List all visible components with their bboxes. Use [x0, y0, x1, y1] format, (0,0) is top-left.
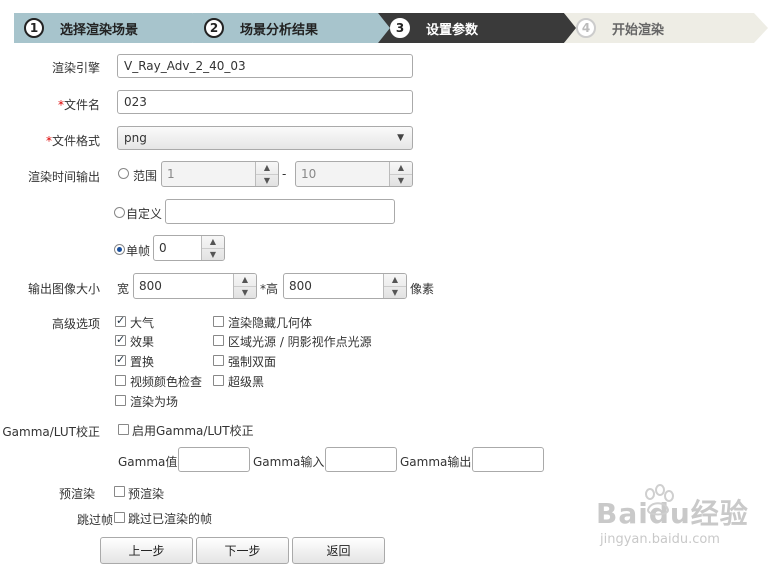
- gamma-input-field[interactable]: [325, 447, 397, 472]
- skip-frames-label: 跳过帧: [76, 513, 113, 527]
- render-to-fields-label: 渲染为场: [130, 395, 179, 409]
- back-button[interactable]: 返回: [292, 537, 385, 564]
- gamma-lut-label: Gamma/LUT校正: [2, 425, 100, 439]
- prerender-label: 预渲染: [58, 487, 95, 501]
- prerender-check-label: 预渲染: [128, 487, 165, 501]
- custom-label: 自定义: [126, 207, 163, 221]
- step-set-params[interactable]: 3 设置参数: [378, 13, 578, 43]
- force-two-sided-checkbox[interactable]: [213, 355, 224, 366]
- spin-up-icon[interactable]: ▲: [256, 162, 278, 175]
- prev-step-button[interactable]: 上一步: [100, 537, 193, 564]
- range-start-spinner[interactable]: 1 ▲ ▼: [161, 161, 279, 187]
- spin-up-icon[interactable]: ▲: [384, 274, 406, 287]
- gamma-output-label: Gamma输出: [400, 455, 472, 469]
- spin-up-icon[interactable]: ▲: [234, 274, 256, 287]
- filename-input[interactable]: 023: [117, 90, 413, 114]
- width-spinner[interactable]: 800 ▲ ▼: [133, 273, 257, 299]
- area-lights-as-points-checkbox[interactable]: [213, 335, 224, 346]
- atmosphere-label: 大气: [130, 316, 155, 330]
- area-lights-as-points-label: 区域光源 / 阴影视作点光源: [228, 335, 372, 349]
- watermark-url: jingyan.baidu.com: [600, 532, 720, 547]
- format-select[interactable]: png ▼: [117, 126, 413, 150]
- gamma-enable-checkbox[interactable]: [118, 424, 129, 435]
- displacement-label: 置换: [130, 355, 155, 369]
- format-value: png: [124, 131, 147, 145]
- width-label: 宽: [117, 282, 130, 296]
- gamma-input-label: Gamma输入: [253, 455, 325, 469]
- step-label: 场景分析结果: [240, 22, 319, 38]
- single-frame-value: 0: [159, 241, 167, 255]
- force-two-sided-label: 强制双面: [228, 355, 277, 369]
- step-number: 3: [390, 18, 410, 38]
- single-frame-radio[interactable]: [114, 244, 125, 255]
- single-frame-label: 单帧: [126, 244, 151, 258]
- gamma-value-label: Gamma值: [118, 455, 178, 469]
- step-label: 设置参数: [426, 22, 479, 38]
- step-start-render[interactable]: 4 开始渲染: [564, 13, 768, 43]
- engine-input[interactable]: V_Ray_Adv_2_40_03: [117, 54, 413, 78]
- pixel-unit-label: 像素: [410, 282, 435, 296]
- super-black-checkbox[interactable]: [213, 375, 224, 386]
- filename-label: *文件名: [57, 98, 100, 112]
- skip-rendered-checkbox[interactable]: [114, 512, 125, 523]
- next-step-button[interactable]: 下一步: [196, 537, 289, 564]
- render-to-fields-checkbox[interactable]: [115, 395, 126, 406]
- render-hidden-geometry-label: 渲染隐藏几何体: [228, 316, 313, 330]
- custom-radio[interactable]: [114, 207, 125, 218]
- spin-down-icon[interactable]: ▼: [256, 175, 278, 187]
- range-separator: -: [282, 167, 287, 181]
- render-hidden-geometry-checkbox[interactable]: [213, 316, 224, 327]
- video-color-check-label: 视频颜色检查: [130, 375, 203, 389]
- height-value: 800: [289, 279, 312, 293]
- atmosphere-checkbox[interactable]: [115, 314, 126, 327]
- spin-down-icon[interactable]: ▼: [202, 249, 224, 261]
- custom-input[interactable]: [165, 199, 395, 224]
- step-label: 选择渲染场景: [60, 22, 139, 38]
- effects-checkbox[interactable]: [115, 333, 126, 346]
- super-black-label: 超级黑: [228, 375, 265, 389]
- step-number: 1: [24, 18, 44, 38]
- spin-down-icon[interactable]: ▼: [384, 287, 406, 299]
- gamma-value-input[interactable]: [178, 447, 250, 472]
- prerender-checkbox[interactable]: [114, 486, 125, 497]
- range-radio[interactable]: [118, 168, 129, 179]
- gamma-output-field[interactable]: [472, 447, 544, 472]
- range-end-value: 10: [301, 167, 317, 181]
- spin-down-icon[interactable]: ▼: [234, 287, 256, 299]
- time-output-label: 渲染时间输出: [27, 170, 100, 184]
- engine-label: 渲染引擎: [51, 61, 100, 75]
- gamma-enable-label: 启用Gamma/LUT校正: [132, 424, 254, 438]
- step-number: 4: [576, 18, 596, 38]
- step-scene-analysis[interactable]: 2 场景分析结果: [192, 13, 392, 43]
- range-start-value: 1: [167, 167, 175, 181]
- displacement-checkbox[interactable]: [115, 353, 126, 366]
- range-end-spinner[interactable]: 10 ▲ ▼: [295, 161, 413, 187]
- video-color-check-checkbox[interactable]: [115, 375, 126, 386]
- chevron-down-icon: ▼: [397, 133, 404, 143]
- step-select-scene[interactable]: 1 选择渲染场景: [14, 13, 206, 43]
- output-size-label: 输出图像大小: [27, 282, 100, 296]
- advanced-options-label: 高级选项: [51, 317, 100, 331]
- step-label: 开始渲染: [612, 22, 665, 38]
- height-label: *高: [260, 282, 279, 296]
- paw-icon: [645, 484, 674, 516]
- format-label: *文件格式: [45, 134, 100, 148]
- height-spinner[interactable]: 800 ▲ ▼: [283, 273, 407, 299]
- width-value: 800: [139, 279, 162, 293]
- spin-up-icon[interactable]: ▲: [390, 162, 412, 175]
- skip-rendered-label: 跳过已渲染的帧: [128, 512, 213, 526]
- effects-label: 效果: [130, 335, 155, 349]
- range-label: 范围: [133, 169, 158, 183]
- spin-up-icon[interactable]: ▲: [202, 236, 224, 249]
- single-frame-spinner[interactable]: 0 ▲ ▼: [153, 235, 225, 261]
- spin-down-icon[interactable]: ▼: [390, 175, 412, 187]
- step-number: 2: [204, 18, 224, 38]
